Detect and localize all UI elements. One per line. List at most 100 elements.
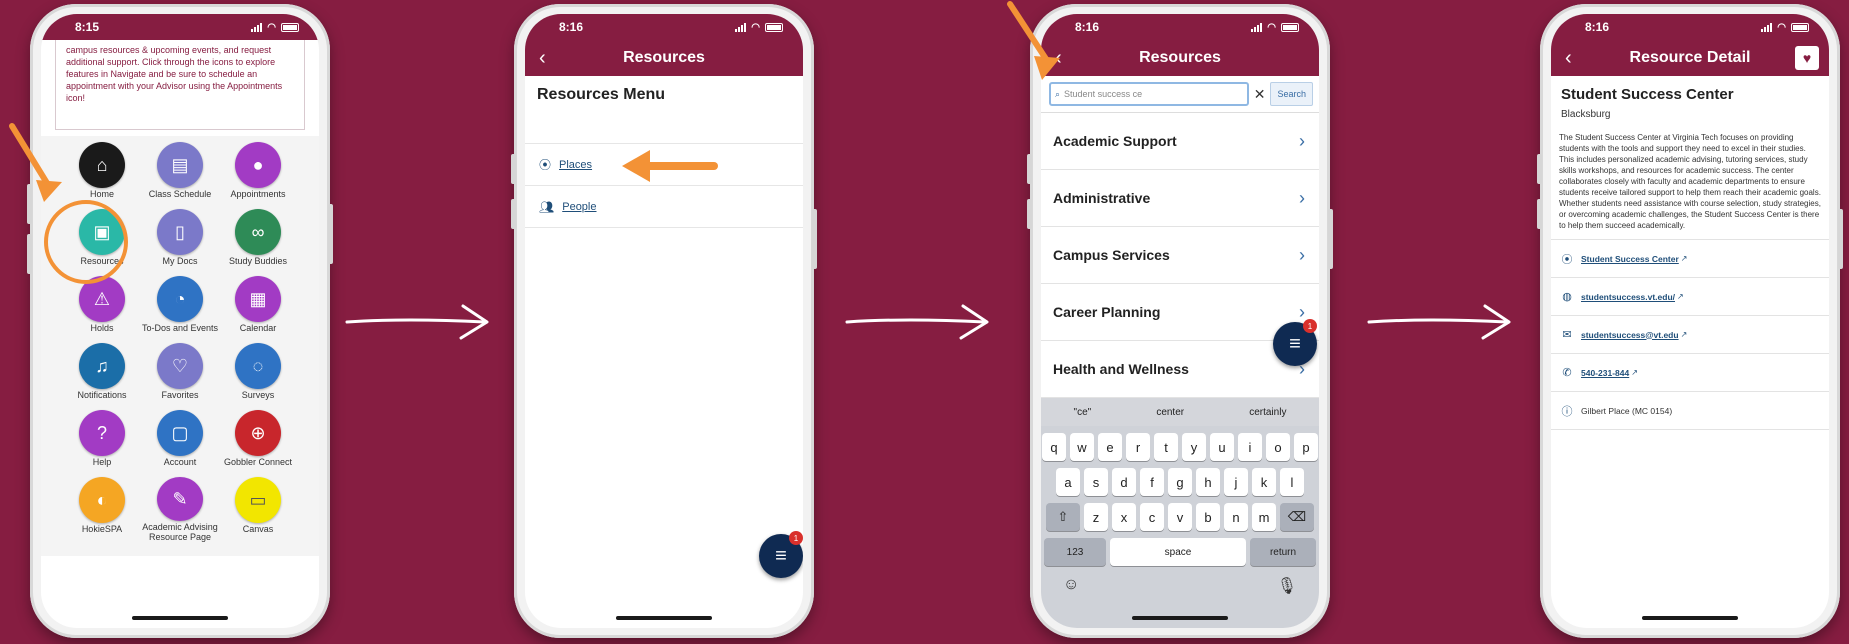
keyboard-suggestion[interactable]: certainly xyxy=(1249,407,1286,418)
keyboard-row: 123 space return xyxy=(1041,538,1319,566)
numbers-key[interactable]: 123 xyxy=(1044,538,1106,566)
keyboard-suggestion[interactable]: "ce" xyxy=(1074,407,1092,418)
feature-tile-calendar[interactable]: ▦ Calendar xyxy=(219,276,297,341)
back-chevron-icon[interactable]: ‹ xyxy=(539,47,546,70)
feature-tile-label: To-Dos and Events xyxy=(141,323,219,333)
feature-tile-holds[interactable]: ⚠ Holds xyxy=(63,276,141,341)
category-label: Academic Support xyxy=(1053,133,1177,149)
key-w[interactable]: w xyxy=(1070,433,1094,461)
key-m[interactable]: m xyxy=(1252,503,1276,531)
key-s[interactable]: s xyxy=(1084,468,1108,496)
menu-fab-button[interactable]: ≡ 1 xyxy=(1273,319,1317,366)
annotation-arrow xyxy=(622,150,718,182)
category-label: Campus Services xyxy=(1053,247,1170,263)
detail-row[interactable]: ✆ 540-231-844 ↗ xyxy=(1551,354,1829,392)
key-v[interactable]: v xyxy=(1168,503,1192,531)
menu-item-label: Places xyxy=(559,158,593,171)
key-a[interactable]: a xyxy=(1056,468,1080,496)
feature-tile-label: My Docs xyxy=(162,256,198,266)
key-t[interactable]: t xyxy=(1154,433,1178,461)
menu-item-people[interactable]: 👥︎ People xyxy=(525,186,803,228)
key-b[interactable]: b xyxy=(1196,503,1220,531)
key-c[interactable]: c xyxy=(1140,503,1164,531)
feature-tile-account[interactable]: ▢ Account xyxy=(141,410,219,475)
key-f[interactable]: f xyxy=(1140,468,1164,496)
status-time: 8:15 xyxy=(75,20,100,34)
detail-link[interactable]: 540-231-844 xyxy=(1581,368,1629,378)
home-indicator[interactable] xyxy=(1132,616,1228,620)
key-e[interactable]: e xyxy=(1098,433,1122,461)
resource-details: ⦿ Student Success Center ↗ ◍ studentsuccess.… xyxy=(1551,240,1829,430)
keyboard-bottom: ☺ 🎙︎ xyxy=(1041,566,1319,596)
detail-link[interactable]: Student Success Center xyxy=(1581,254,1679,264)
phone-home-screen: 8:15 ◠ campus resources & upcoming event… xyxy=(9,4,333,638)
feature-tile-gobbler-connect[interactable]: ⊕ Gobbler Connect xyxy=(219,410,297,475)
key-l[interactable]: l xyxy=(1280,468,1304,496)
category-row[interactable]: Campus Services › xyxy=(1041,227,1319,284)
feature-tile-advising[interactable]: ✎ Academic Advising Resource Page xyxy=(141,477,219,542)
backspace-key[interactable]: ⌫ xyxy=(1280,503,1314,531)
detail-row[interactable]: ⦿ Student Success Center ↗ xyxy=(1551,240,1829,278)
feature-tile-class-schedule[interactable]: ▤ Class Schedule xyxy=(141,142,219,207)
search-button[interactable]: Search xyxy=(1270,82,1313,106)
hamburger-icon: ≡ xyxy=(775,544,787,567)
key-u[interactable]: u xyxy=(1210,433,1234,461)
signal-icon xyxy=(251,22,263,32)
category-row[interactable]: Academic Support › xyxy=(1041,113,1319,170)
feature-tile-help[interactable]: ? Help xyxy=(63,410,141,475)
key-o[interactable]: o xyxy=(1266,433,1290,461)
detail-row[interactable]: ◍ studentsuccess.vt.edu/↗ xyxy=(1551,278,1829,316)
detail-link[interactable]: studentsuccess@vt.edu xyxy=(1581,330,1679,340)
canvas-icon: ▭ xyxy=(235,477,281,523)
feature-tile-canvas[interactable]: ▭ Canvas xyxy=(219,477,297,542)
key-j[interactable]: j xyxy=(1224,468,1248,496)
feature-tile-heart[interactable]: ♡ Favorites xyxy=(141,343,219,408)
feature-tile-surveys[interactable]: ◌ Surveys xyxy=(219,343,297,408)
keyboard-row: ⇧ zxcvbnm ⌫ xyxy=(1041,503,1319,531)
key-r[interactable]: r xyxy=(1126,433,1150,461)
menu-fab-button[interactable]: ≡ 1 xyxy=(759,531,803,578)
keyboard-row: qwertyuiop xyxy=(1041,433,1319,461)
my-docs-icon: ▯ xyxy=(157,209,203,255)
category-row[interactable]: Administrative › xyxy=(1041,170,1319,227)
emoji-icon[interactable]: ☺ xyxy=(1063,576,1079,596)
home-indicator[interactable] xyxy=(132,616,228,620)
gobbler-connect-icon: ⊕ xyxy=(235,410,281,456)
volume-button xyxy=(1537,199,1542,229)
detail-row[interactable]: ✉ studentsuccess@vt.edu ↗ xyxy=(1551,316,1829,354)
shift-key[interactable]: ⇧ xyxy=(1046,503,1080,531)
key-k[interactable]: k xyxy=(1252,468,1276,496)
return-key[interactable]: return xyxy=(1250,538,1316,566)
external-link-icon: ↗ xyxy=(1677,292,1684,301)
back-chevron-icon[interactable]: ‹ xyxy=(1565,47,1572,70)
resource-name: Student Success Center xyxy=(1561,86,1734,103)
key-h[interactable]: h xyxy=(1196,468,1220,496)
location-pin-icon: ⦿ xyxy=(1561,253,1573,266)
key-g[interactable]: g xyxy=(1168,468,1192,496)
detail-link[interactable]: studentsuccess.vt.edu/ xyxy=(1581,292,1675,302)
wifi-icon: ◠ xyxy=(267,21,276,33)
globe-icon: ◍ xyxy=(1562,291,1572,303)
microphone-icon[interactable]: 🎙︎ xyxy=(1277,576,1297,596)
feature-tile-my-docs[interactable]: ▯ My Docs xyxy=(141,209,219,274)
space-key[interactable]: space xyxy=(1110,538,1246,566)
home-indicator[interactable] xyxy=(616,616,712,620)
keyboard-suggestion[interactable]: center xyxy=(1156,407,1184,418)
clear-icon[interactable]: ✕ xyxy=(1254,86,1266,103)
phone-icon: ✆ xyxy=(1562,367,1572,379)
key-y[interactable]: y xyxy=(1182,433,1206,461)
feature-tile-appointments[interactable]: ● Appointments xyxy=(219,142,297,207)
key-p[interactable]: p xyxy=(1294,433,1318,461)
key-x[interactable]: x xyxy=(1112,503,1136,531)
feature-tile-study-buddies[interactable]: ∞ Study Buddies xyxy=(219,209,297,274)
key-i[interactable]: i xyxy=(1238,433,1262,461)
key-n[interactable]: n xyxy=(1224,503,1248,531)
favorite-heart-icon[interactable]: ♥ xyxy=(1795,46,1819,70)
key-z[interactable]: z xyxy=(1084,503,1108,531)
feature-tile-to-dos[interactable]: ◔ To-Dos and Events xyxy=(141,276,219,341)
key-d[interactable]: d xyxy=(1112,468,1136,496)
feature-tile-bell[interactable]: ♫ Notifications xyxy=(63,343,141,408)
home-indicator[interactable] xyxy=(1642,616,1738,620)
feature-tile-hokiespa[interactable]: ◐ HokieSPA xyxy=(63,477,141,542)
key-q[interactable]: q xyxy=(1042,433,1066,461)
